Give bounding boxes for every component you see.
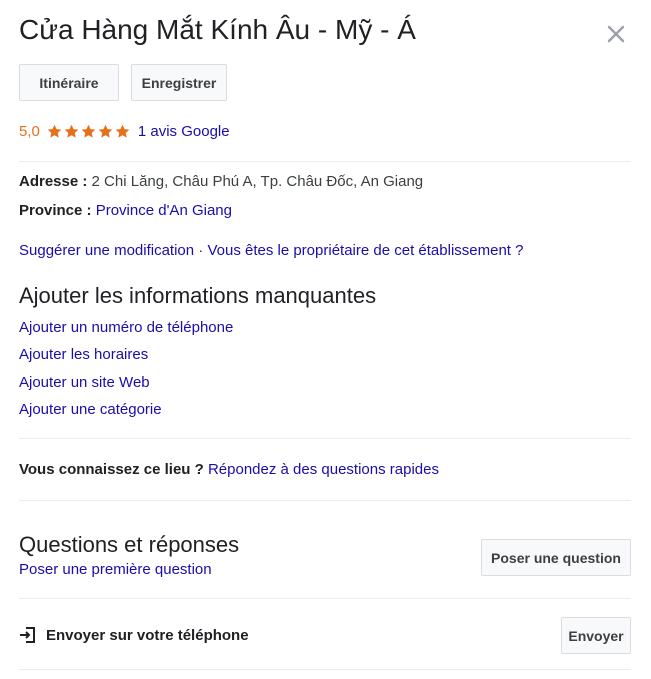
know-place-question: Vous connaissez ce lieu ? <box>19 461 204 478</box>
reviews-link[interactable]: 1 avis Google <box>138 123 230 140</box>
star-icon <box>64 124 79 138</box>
divider <box>19 500 631 501</box>
first-question-link[interactable]: Poser une première question <box>19 560 212 580</box>
qa-title: Questions et réponses <box>19 532 240 557</box>
add-hours-link[interactable]: Ajouter les horaires <box>19 345 148 365</box>
itinerary-button[interactable]: Itinéraire <box>19 64 119 101</box>
rating-value: 5,0 <box>19 122 40 140</box>
owner-link[interactable]: Vous êtes le propriétaire de cet établis… <box>207 242 523 259</box>
address-label: Adresse : <box>19 173 88 190</box>
add-category-link[interactable]: Ajouter une catégorie <box>19 400 162 420</box>
divider <box>19 438 631 439</box>
save-button[interactable]: Enregistrer <box>131 64 227 101</box>
province-label: Province : <box>19 202 92 219</box>
star-icon <box>47 124 62 138</box>
send-to-phone-icon <box>20 627 35 643</box>
send-button[interactable]: Envoyer <box>561 617 631 654</box>
divider <box>19 161 631 162</box>
star-icon <box>115 124 130 138</box>
ask-question-button[interactable]: Poser une question <box>481 539 631 576</box>
send-to-phone-label: Envoyer sur votre téléphone <box>46 626 249 644</box>
province-link[interactable]: Province d'An Giang <box>96 202 232 219</box>
address-row: Adresse : 2 Chi Lăng, Châu Phú A, Tp. Ch… <box>19 172 423 192</box>
address-value: 2 Chi Lăng, Châu Phú A, Tp. Châu Đốc, An… <box>91 173 424 190</box>
close-button[interactable] <box>602 20 630 48</box>
province-row: Province : Province d'An Giang <box>19 201 232 221</box>
close-icon <box>607 25 625 43</box>
edit-row: Suggérer une modification · Vous êtes le… <box>19 241 523 261</box>
edit-separator: · <box>198 242 204 259</box>
place-title: Cửa Hàng Mắt Kính Âu - Mỹ - Á <box>19 14 416 45</box>
add-website-link[interactable]: Ajouter un site Web <box>19 373 150 393</box>
rating-stars <box>46 123 131 140</box>
divider <box>19 598 631 599</box>
add-phone-link[interactable]: Ajouter un numéro de téléphone <box>19 318 233 338</box>
star-icon <box>81 124 96 138</box>
suggest-edit-link[interactable]: Suggérer une modification <box>19 242 194 259</box>
star-icon <box>98 124 113 138</box>
place-panel: Cửa Hàng Mắt Kính Âu - Mỹ - Á Itinéraire… <box>0 0 651 679</box>
know-place-row: Vous connaissez ce lieu ? Répondez à des… <box>19 460 439 480</box>
divider <box>19 669 631 670</box>
rating-row: 5,0 1 avis Google <box>19 120 230 142</box>
quick-questions-link[interactable]: Répondez à des questions rapides <box>208 461 439 478</box>
send-to-phone-row: Envoyer sur votre téléphone <box>19 624 249 646</box>
missing-info-title: Ajouter les informations manquantes <box>19 283 377 308</box>
